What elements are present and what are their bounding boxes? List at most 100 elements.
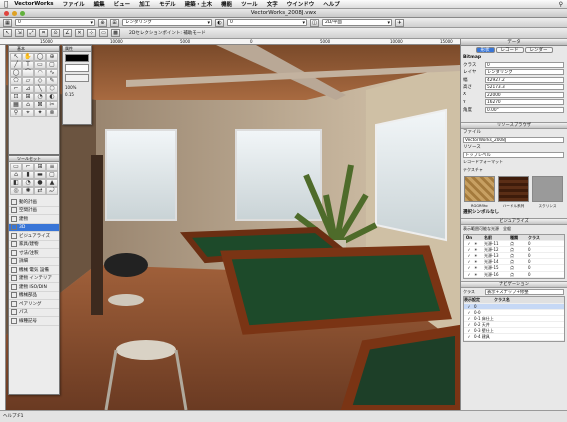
toolset-item[interactable]: 寸法/注釈: [9, 249, 59, 258]
line-style-swatch[interactable]: [65, 74, 89, 82]
snap-grid-icon[interactable]: ⌗: [39, 29, 48, 37]
visible-check-icon[interactable]: ✓: [464, 304, 474, 309]
circle-tool-icon[interactable]: ◯: [34, 53, 46, 61]
light-tool-icon[interactable]: ✺: [22, 187, 34, 195]
zoom-tool-icon[interactable]: ⊕: [46, 53, 58, 61]
menu-view[interactable]: ビュー: [114, 0, 131, 8]
snap-surface-icon[interactable]: ▩: [111, 29, 120, 37]
toolset-item[interactable]: 建物: [9, 215, 59, 224]
slab-tool-icon[interactable]: ▬: [34, 171, 46, 179]
checkbox[interactable]: ✓: [464, 241, 474, 246]
class-field[interactable]: 0: [485, 61, 564, 68]
door-tool-icon[interactable]: ⌐: [22, 163, 34, 171]
pen-swatch[interactable]: [65, 64, 89, 72]
resource-folder-label[interactable]: レコードフォーマット: [463, 159, 503, 165]
snap-intersect-icon[interactable]: ✕: [75, 29, 84, 37]
grid-tool-icon[interactable]: ⊞: [22, 93, 34, 101]
pan-tool-icon[interactable]: ✋: [22, 53, 34, 61]
menu-edit[interactable]: 編集: [94, 0, 105, 8]
roof-tool-icon[interactable]: ⌂: [10, 171, 22, 179]
layer-dropdown[interactable]: 0: [227, 19, 307, 26]
visible-check-icon[interactable]: ✓: [464, 322, 474, 327]
menu-model[interactable]: モデル: [159, 0, 176, 8]
wall-tool-icon[interactable]: ▭: [10, 163, 22, 171]
pen-weight-value[interactable]: 100%: [63, 84, 91, 91]
toolset-item[interactable]: 動的計画: [9, 198, 59, 207]
triangle-tool-icon[interactable]: ⊿: [22, 85, 34, 93]
menu-window[interactable]: ウインドウ: [287, 0, 315, 8]
menu-app[interactable]: VectorWorks: [14, 1, 53, 7]
rectangle-tool-icon[interactable]: ▭: [34, 61, 46, 69]
star-tool-icon[interactable]: ✦: [34, 109, 46, 117]
menu-tool[interactable]: ツール: [241, 0, 258, 8]
menu-file[interactable]: ファイル: [63, 0, 85, 8]
snap-edge-icon[interactable]: ▭: [99, 29, 108, 37]
toolset-item[interactable]: 機械部品: [9, 292, 59, 300]
visible-check-icon[interactable]: ✓: [464, 316, 474, 321]
column-header[interactable]: クラス: [528, 235, 564, 240]
locus-tool-icon[interactable]: ⚲: [10, 109, 22, 117]
nav-filter-dropdown[interactable]: 表示+スナップ+修整: [485, 288, 564, 295]
polygon-tool-icon[interactable]: ⬠: [10, 77, 22, 85]
freehand-tool-icon[interactable]: ∿: [46, 69, 58, 77]
checkbox[interactable]: ✓: [464, 259, 474, 264]
toolset-item[interactable]: 詳細: [9, 258, 59, 266]
toolset-item[interactable]: 建物 ISO/DIN: [9, 283, 59, 292]
width-field[interactable]: 42927.2: [485, 76, 564, 83]
checkbox[interactable]: ✓: [464, 247, 474, 252]
column-header[interactable]: クラス名: [494, 297, 564, 302]
stair-tool-icon[interactable]: ≡: [46, 163, 58, 171]
extrude-tool-icon[interactable]: ◧: [10, 179, 22, 187]
tab-render[interactable]: レンダー: [524, 47, 553, 53]
angle-field[interactable]: 0.00°: [485, 106, 564, 113]
table-row[interactable]: ✓ ☀ 光源-16 点 0: [464, 272, 564, 278]
render-icon[interactable]: ◐: [215, 18, 224, 27]
view-dropdown[interactable]: 2D/平面: [322, 19, 392, 26]
clip-tool-icon[interactable]: ⊠: [34, 101, 46, 109]
sweep-tool-icon[interactable]: ◔: [22, 179, 34, 187]
arc-tool-icon[interactable]: ⌒: [22, 69, 34, 77]
table-row[interactable]: ✓ 0-4 建具: [464, 334, 564, 341]
menu-text[interactable]: 文字: [267, 0, 278, 8]
toolset-item[interactable]: 機械 電気 設備: [9, 266, 59, 275]
quarter-arc-tool-icon[interactable]: ◠: [34, 69, 46, 77]
zoom-window-icon[interactable]: [20, 11, 25, 16]
view-icon[interactable]: ▦: [3, 18, 12, 27]
target-tool-icon[interactable]: ⌖: [22, 109, 34, 117]
projection-icon[interactable]: ◫: [310, 18, 319, 27]
toolset-item[interactable]: ペアリング: [9, 300, 59, 309]
column-header[interactable]: On: [464, 235, 474, 240]
column-tool-icon[interactable]: ▮: [22, 171, 34, 179]
visible-check-icon[interactable]: ✓: [464, 310, 474, 315]
column-header[interactable]: 表示設定: [464, 297, 494, 302]
menu-help[interactable]: ヘルプ: [323, 0, 340, 8]
oval-tool-icon[interactable]: ◯: [10, 69, 22, 77]
menu-function[interactable]: 機能: [221, 0, 232, 8]
texture-thumbnail[interactable]: [464, 175, 495, 202]
rounded-rect-tool-icon[interactable]: ▢: [46, 61, 58, 69]
text-tool-icon[interactable]: T: [22, 61, 34, 69]
interactive-icon[interactable]: ⇲: [15, 29, 24, 37]
flyover-icon[interactable]: ✈: [395, 18, 404, 27]
toolset-item[interactable]: パス: [9, 309, 59, 317]
fill-swatch[interactable]: [65, 54, 89, 62]
column-header[interactable]: 名前: [484, 235, 510, 240]
toolset-item[interactable]: ビジュアライズ: [9, 232, 59, 241]
snap-icon[interactable]: ⊕: [98, 18, 107, 27]
resize-icon[interactable]: ⤢: [27, 29, 36, 37]
file-dropdown[interactable]: VectorWorks_2008J: [463, 136, 564, 143]
resource-dropdown[interactable]: トップレベル: [463, 151, 564, 158]
pencil-tool-icon[interactable]: ✎: [46, 77, 58, 85]
symbol-tool-icon[interactable]: ⌂: [22, 101, 34, 109]
texture-thumbnail[interactable]: [498, 175, 529, 202]
flyover-tool-icon[interactable]: ⤾: [46, 187, 58, 195]
hatch-tool-icon[interactable]: ▦: [10, 101, 22, 109]
visible-check-icon[interactable]: ✓: [464, 334, 474, 339]
texture-thumbnail[interactable]: [532, 175, 563, 202]
cone-tool-icon[interactable]: ▲: [46, 179, 58, 187]
tab-shape[interactable]: 形状: [475, 47, 495, 53]
fillet-tool-icon[interactable]: ◔: [34, 93, 46, 101]
menu-architecture[interactable]: 建築・土木: [185, 0, 213, 8]
opacity-value[interactable]: 0.15: [63, 91, 91, 98]
sphere-tool-icon[interactable]: ●: [34, 179, 46, 187]
